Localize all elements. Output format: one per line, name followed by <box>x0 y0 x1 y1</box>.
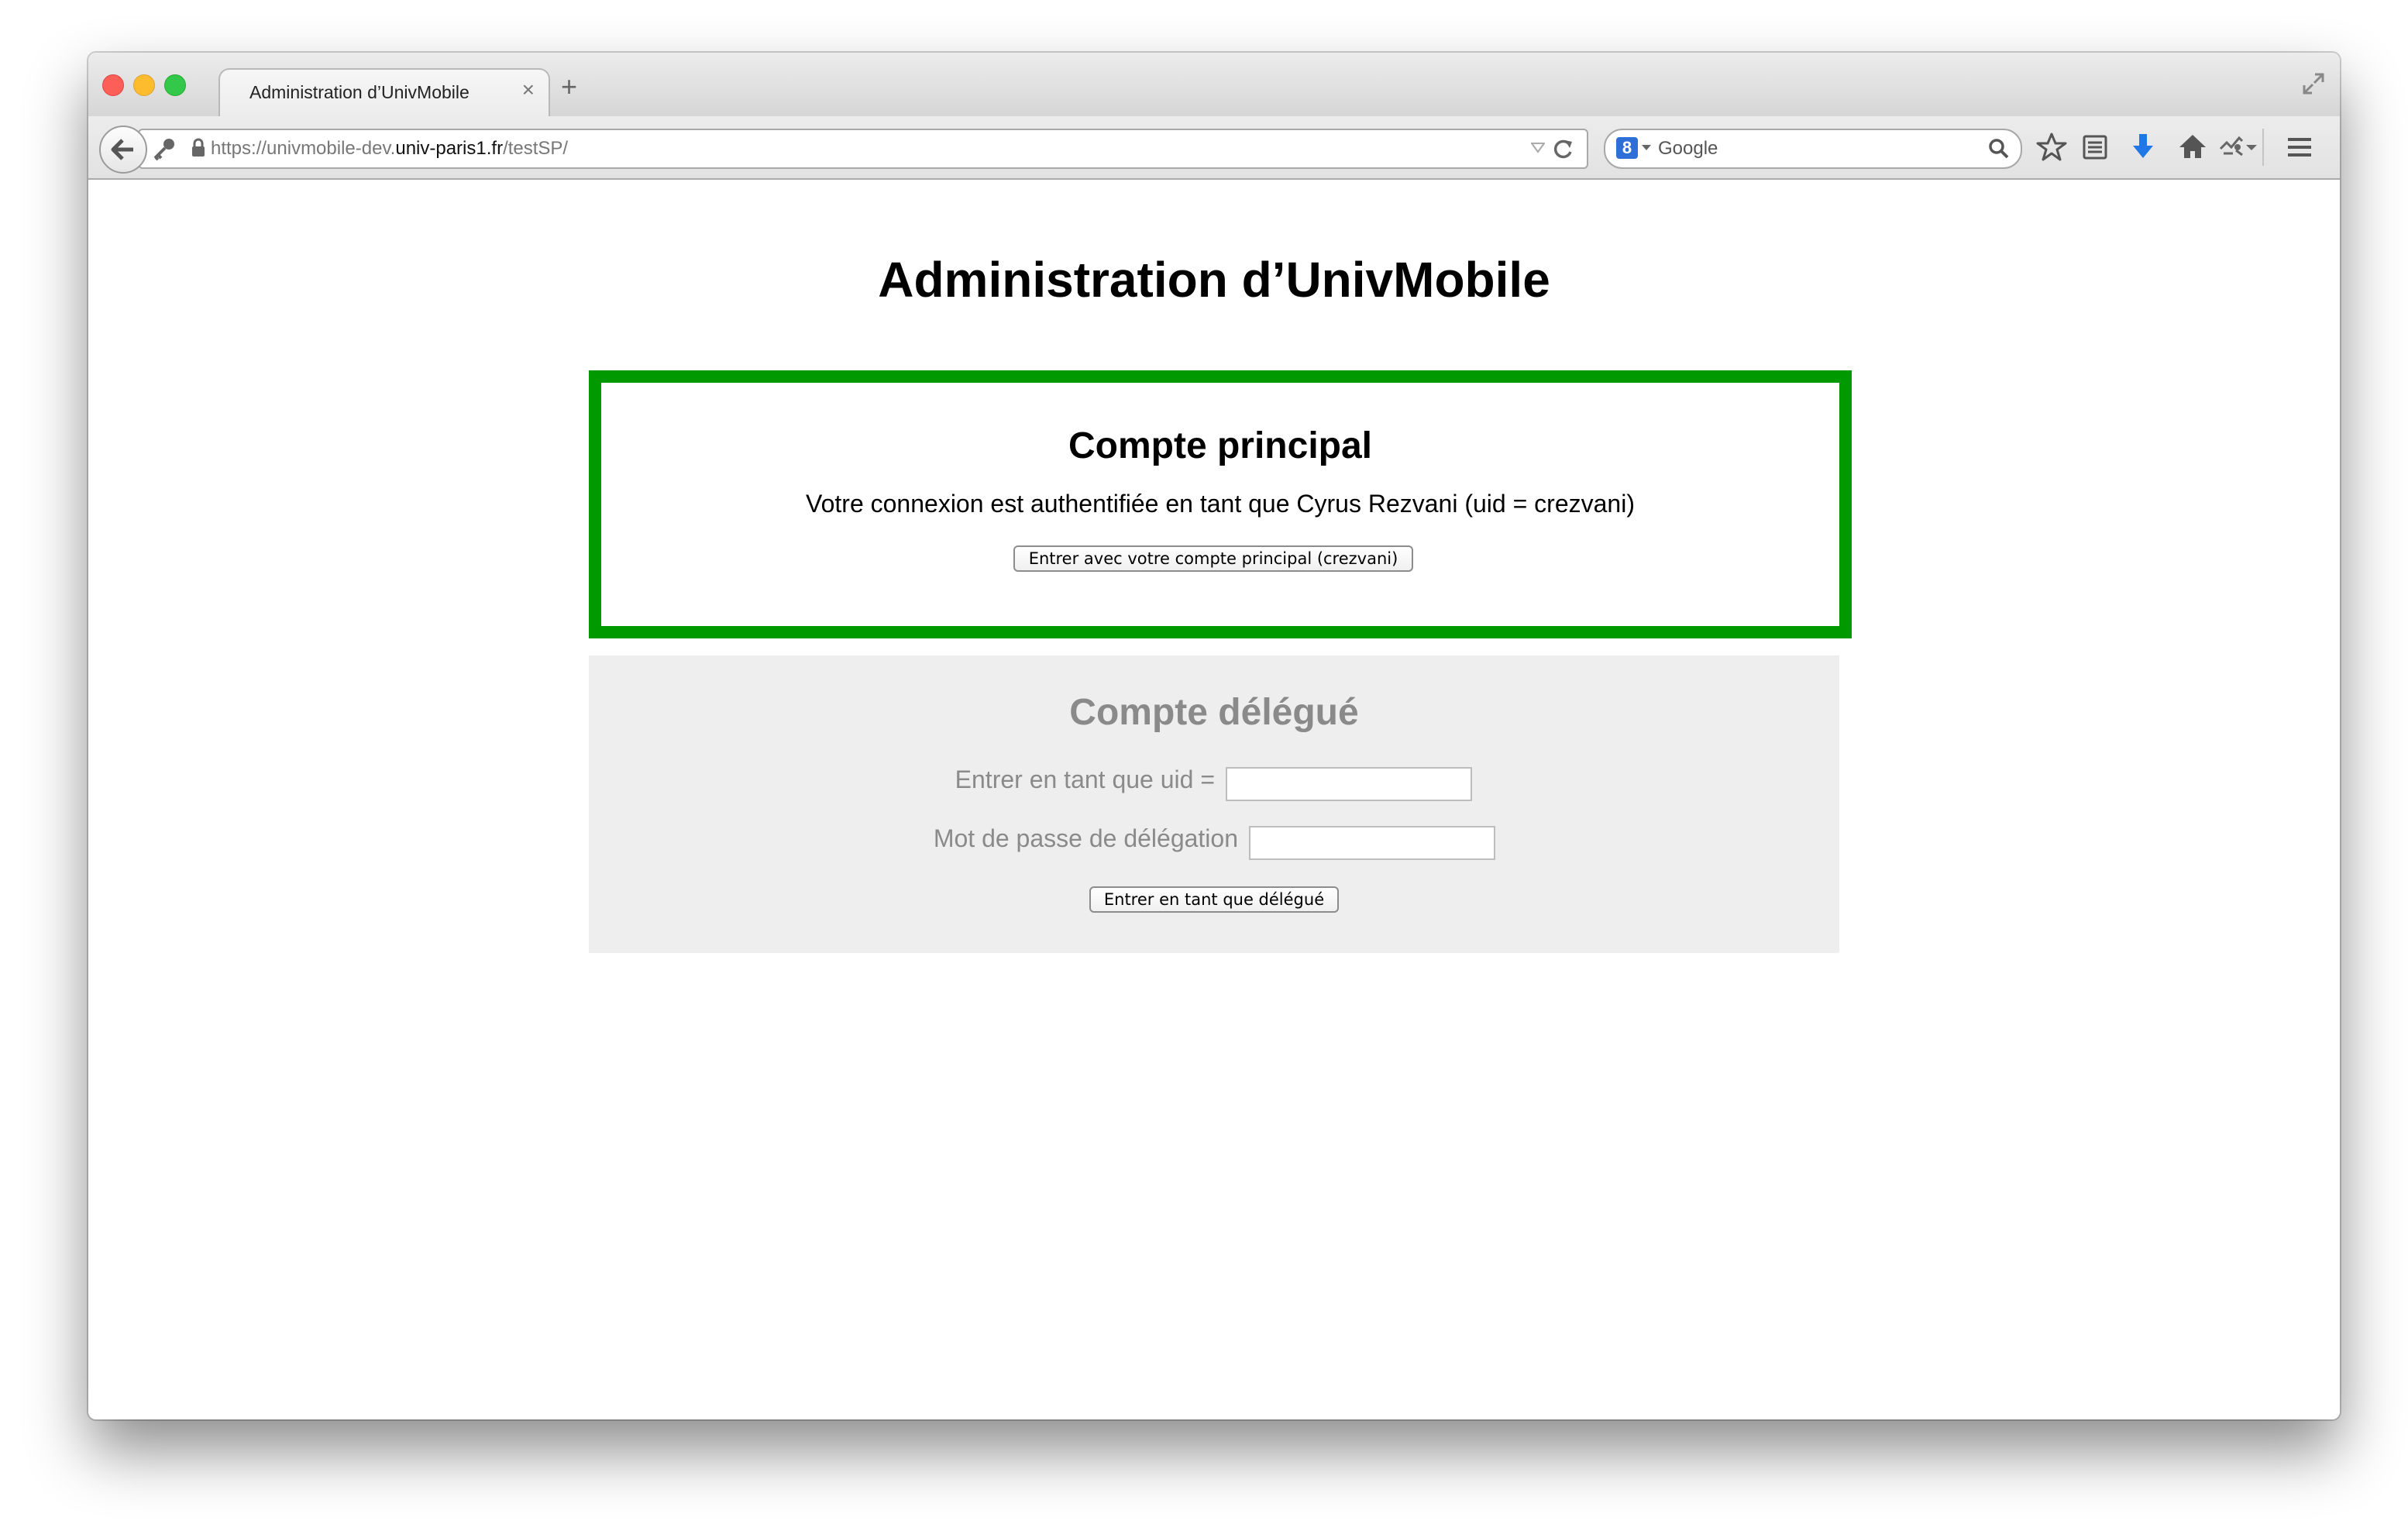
uid-label: Entrer en tant que uid = <box>955 766 1215 793</box>
google-logo-icon[interactable]: 8 <box>1616 137 1638 159</box>
zoom-window-icon[interactable] <box>164 74 186 96</box>
menu-icon[interactable] <box>2284 132 2315 163</box>
url-text[interactable]: https://univmobile-dev.univ-paris1.fr/te… <box>211 138 568 160</box>
search-bar[interactable]: 8 Google <box>1604 129 2022 169</box>
overflow-chevron-icon[interactable] <box>2242 132 2261 163</box>
key-icon[interactable] <box>150 136 178 161</box>
url-path: /testSP/ <box>503 138 569 159</box>
minimize-window-icon[interactable] <box>133 74 155 96</box>
url-prefix: https://univmobile-dev. <box>211 138 396 159</box>
navigation-toolbar: https://univmobile-dev.univ-paris1.fr/te… <box>88 116 2340 180</box>
download-icon[interactable] <box>2128 132 2159 163</box>
new-tab-icon[interactable]: + <box>561 73 577 101</box>
primary-account-panel: Compte principal Votre connexion est aut… <box>589 370 1852 638</box>
delegate-account-title: Compte délégué <box>1069 692 1359 733</box>
url-bar[interactable]: https://univmobile-dev.univ-paris1.fr/te… <box>138 129 1588 169</box>
title-bar: Administration d’UnivMobile × + <box>88 53 2340 118</box>
bookmark-star-icon[interactable] <box>2036 132 2067 163</box>
browser-window: Administration d’UnivMobile × + https://… <box>88 53 2340 1419</box>
reading-list-icon[interactable] <box>2079 132 2110 163</box>
page-title: Administration d’UnivMobile <box>878 252 1550 308</box>
toolbar-separator <box>2262 129 2264 166</box>
tab-close-icon[interactable]: × <box>522 79 535 101</box>
delegation-password-field[interactable] <box>1249 826 1495 860</box>
delegate-account-panel: Compte délégué Entrer en tant que uid = … <box>589 655 1839 953</box>
close-window-icon[interactable] <box>102 74 124 96</box>
home-icon[interactable] <box>2177 132 2208 163</box>
browser-tab[interactable]: Administration d’UnivMobile × <box>218 68 550 118</box>
authentication-status-text: Votre connexion est authentifiée en tant… <box>806 490 1635 518</box>
url-domain: univ-paris1.fr <box>395 138 504 159</box>
enter-primary-account-button[interactable]: Entrer avec votre compte principal (crez… <box>1013 545 1413 572</box>
back-arrow-icon <box>111 139 133 160</box>
lock-icon <box>192 138 205 157</box>
delegation-password-label: Mot de passe de délégation <box>933 824 1238 852</box>
reload-icon[interactable] <box>1553 138 1574 160</box>
search-icon[interactable] <box>1988 138 2010 160</box>
enter-as-delegate-button[interactable]: Entrer en tant que délégué <box>1089 886 1339 913</box>
page-content: Administration d’UnivMobile Compte princ… <box>88 180 2340 1419</box>
search-input[interactable]: Google <box>1658 138 1718 160</box>
chevron-down-icon[interactable] <box>1641 144 1652 152</box>
back-button[interactable] <box>99 126 147 174</box>
tab-title: Administration d’UnivMobile <box>249 82 470 102</box>
primary-account-title: Compte principal <box>1068 425 1373 466</box>
uid-field[interactable] <box>1226 767 1472 801</box>
fullscreen-icon[interactable] <box>2300 70 2327 98</box>
url-dropdown-icon[interactable] <box>1531 143 1545 153</box>
